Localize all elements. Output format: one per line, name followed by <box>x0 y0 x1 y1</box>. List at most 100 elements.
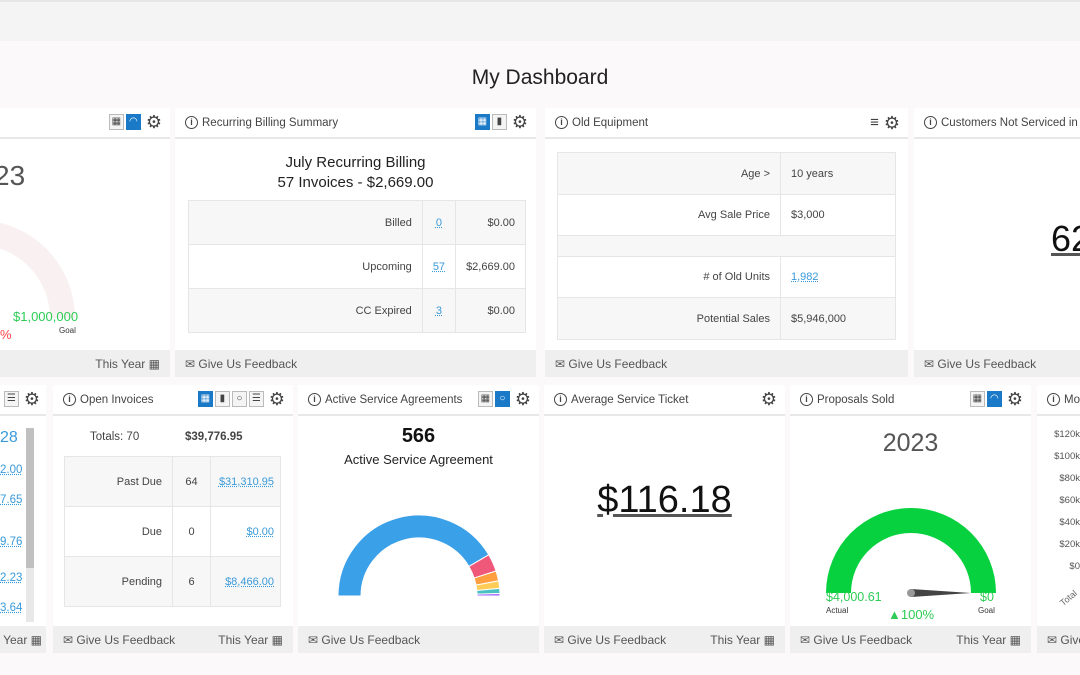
card-header: iCustomers Not Serviced in P <box>914 108 1080 139</box>
feedback-link[interactable]: ✉ Give Us Feedback <box>185 357 297 371</box>
proposals-gauge <box>790 485 1031 605</box>
list-value[interactable]: 2.23 <box>0 561 26 593</box>
actual-value: $4,000.61 <box>826 590 882 604</box>
customers-count-link[interactable]: 62 <box>1051 218 1080 260</box>
feedback-link[interactable]: ✉ Give Us Feedback <box>924 357 1036 371</box>
info-icon[interactable]: i <box>1047 393 1060 406</box>
feedback-link[interactable]: ✉ Give Us Feedback <box>555 357 667 371</box>
recurring-table: Billed0$0.00 Upcoming57$2,669.00 CC Expi… <box>188 200 526 333</box>
feedback-link[interactable]: ✉ Give Us Feedback <box>800 633 912 647</box>
info-icon[interactable]: i <box>924 116 937 129</box>
bar-chart-icon[interactable]: ▮ <box>215 391 230 407</box>
info-icon[interactable]: i <box>308 393 321 406</box>
feedback-icon: ✉ <box>924 357 934 371</box>
card-footer: ✉ Give Us Feedback This Year ▦ <box>544 626 785 653</box>
feedback-link[interactable]: ✉ Give Us Feedback <box>554 633 666 647</box>
gauge-view-icon[interactable]: ◠ <box>987 391 1002 407</box>
monthly-chart-card: iMo $120k$100k$80k$60k$40k$20k$0 Total ✉… <box>1037 385 1080 653</box>
list-view-icon[interactable]: ☰ <box>4 391 19 407</box>
list-value[interactable]: 9.76 <box>0 519 26 561</box>
card-footer: ✉ Give Us Feedback <box>545 350 908 377</box>
date-range-button[interactable]: This Year ▦ <box>956 633 1021 647</box>
card-title: Recurring Billing Summary <box>202 117 338 129</box>
avg-ticket-value[interactable]: $116.18 <box>544 479 785 522</box>
date-range-button[interactable]: This Year ▦ <box>95 357 160 371</box>
gauge-segment-0[interactable] <box>338 515 489 596</box>
filter-icon[interactable]: ≡ <box>870 114 879 131</box>
donut-chart-icon[interactable]: ○ <box>232 391 247 407</box>
info-icon[interactable]: i <box>555 116 568 129</box>
amount-link[interactable]: $8,466.00 <box>225 576 274 588</box>
card-title: Average Service Ticket <box>571 394 688 406</box>
goal-label: Goal <box>978 606 995 615</box>
actual-label: Actual <box>826 606 848 615</box>
gear-icon[interactable]: ⚙ <box>515 391 531 407</box>
calendar-icon: ▦ <box>272 633 283 647</box>
table-view-icon[interactable]: ▦ <box>478 391 493 407</box>
y-tick-label: $20k <box>1037 539 1080 561</box>
card-header: ☰⚙ <box>0 385 46 416</box>
list-value[interactable]: 2.00 <box>0 457 26 485</box>
card-header: iActive Service Agreements ▦○⚙ <box>298 385 539 416</box>
top-bar <box>0 0 1080 41</box>
goal-percent: % <box>0 327 12 342</box>
amount-link[interactable]: $31,310.95 <box>219 476 274 488</box>
card-header: iOld Equipment ≡⚙ <box>545 108 908 139</box>
date-range-button[interactable]: This Year ▦ <box>218 633 283 647</box>
gear-icon[interactable]: ⚙ <box>512 114 528 130</box>
feedback-icon: ✉ <box>308 633 318 647</box>
gear-icon[interactable]: ⚙ <box>761 391 777 407</box>
calendar-icon: ▦ <box>764 633 775 647</box>
percent-change: ▲100% <box>888 607 934 622</box>
list-value[interactable]: 7.65 <box>0 485 26 519</box>
card-header: i Recurring Billing Summary ▦▮ ⚙ <box>175 108 536 139</box>
active-agreements-card: iActive Service Agreements ▦○⚙ 566 Activ… <box>298 385 539 653</box>
count-link[interactable]: 3 <box>436 305 442 317</box>
totals-label: Totals: 70 <box>90 431 139 443</box>
info-icon[interactable]: i <box>63 393 76 406</box>
date-range-button[interactable]: This Year ▦ <box>710 633 775 647</box>
gauge-needle <box>911 589 971 597</box>
gauge-view-icon[interactable]: ◠ <box>126 114 141 130</box>
gauge-segment-5[interactable] <box>477 593 500 596</box>
gear-icon[interactable]: ⚙ <box>146 114 162 130</box>
scrollbar[interactable] <box>26 428 34 622</box>
card-title: Open Invoices <box>80 394 154 406</box>
list-value[interactable]: 3.64 <box>0 593 26 623</box>
table-view-icon[interactable]: ▦ <box>198 391 213 407</box>
page-title: My Dashboard <box>0 66 1080 90</box>
calendar-icon[interactable]: ▦ <box>31 633 42 647</box>
feedback-icon: ✉ <box>555 357 565 371</box>
proposals-year: 2023 <box>790 429 1031 458</box>
info-icon[interactable]: i <box>185 116 198 129</box>
gear-icon[interactable]: ⚙ <box>269 391 285 407</box>
amount-link[interactable]: $0.00 <box>246 526 274 538</box>
table-view-icon[interactable]: ▦ <box>109 114 124 130</box>
gear-icon[interactable]: ⚙ <box>24 391 40 407</box>
calendar-icon: ▦ <box>1010 633 1021 647</box>
gear-icon[interactable]: ⚙ <box>884 115 900 131</box>
feedback-icon: ✉ <box>554 633 564 647</box>
x-axis-label: Total <box>1058 588 1079 608</box>
feedback-link[interactable]: ✉ Give Us Feedback <box>308 633 420 647</box>
feedback-link[interactable]: ✉ Give Us Feedback <box>63 633 175 647</box>
count-link[interactable]: 0 <box>436 217 442 229</box>
donut-chart-icon[interactable]: ○ <box>495 391 510 407</box>
card-header: iMo <box>1037 385 1080 416</box>
list-view-icon[interactable]: ☰ <box>249 391 264 407</box>
feedback-link[interactable]: ✉ Give Us Feedback <box>1047 633 1080 647</box>
old-equipment-card: iOld Equipment ≡⚙ Age >10 years Avg Sale… <box>545 108 908 377</box>
totals-amount: $39,776.95 <box>185 431 243 443</box>
bar-chart-icon[interactable]: ▮ <box>492 114 507 130</box>
count-link[interactable]: 57 <box>433 261 445 273</box>
y-tick-label: $80k <box>1037 473 1080 495</box>
feedback-icon: ✉ <box>63 633 73 647</box>
table-view-icon[interactable]: ▦ <box>970 391 985 407</box>
card-footer: This Year ▦ <box>0 350 170 377</box>
gear-icon[interactable]: ⚙ <box>1007 391 1023 407</box>
old-units-link[interactable]: 1,982 <box>791 271 819 283</box>
table-view-icon[interactable]: ▦ <box>475 114 490 130</box>
info-icon[interactable]: i <box>554 393 567 406</box>
info-icon[interactable]: i <box>800 393 813 406</box>
agreements-count: 566 <box>298 425 539 448</box>
